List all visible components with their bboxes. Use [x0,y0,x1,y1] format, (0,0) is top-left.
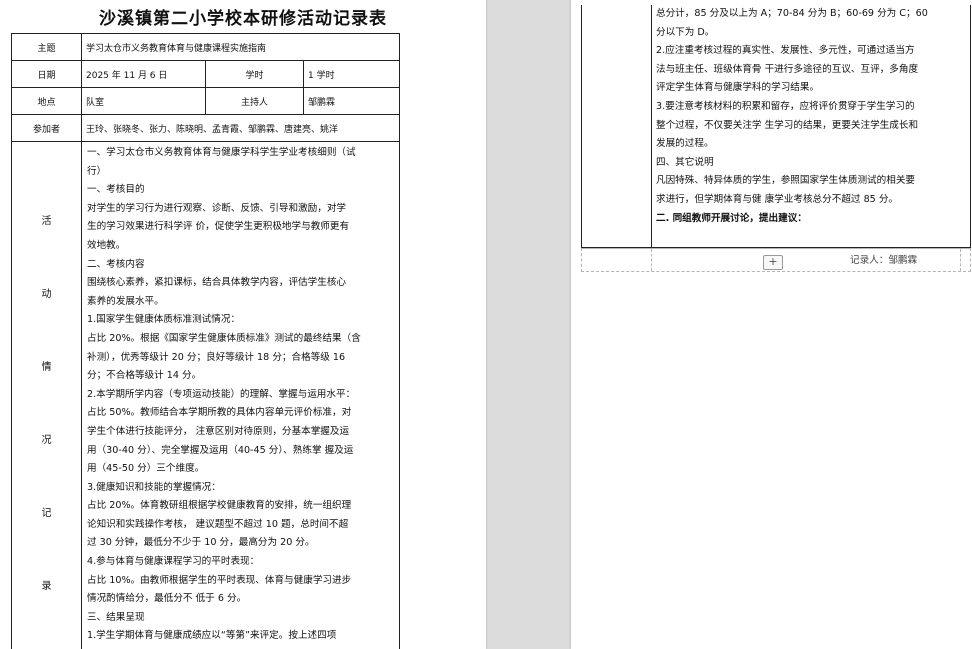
content-line: 3.要注意考核材料的积累和留存，应将评价贯穿于学生学习的 [656,100,915,112]
content-line: 1.学生学期体育与健康成绩应以“等第”来评定。按上述四项 [87,630,337,642]
row-date: 日期 2025 年 11 月 6 日 学时 1 学时 [11,60,401,88]
place-label: 地点 [11,87,82,115]
add-row-button[interactable]: + [763,255,783,270]
content-line: 分；不合格等级计 14 分。 [87,370,202,382]
column-divider [651,249,652,271]
content-line: 二、考核内容 [87,258,145,270]
content-line: 2.应注重考核过程的真实性、发展性、多元性，可通过适当方 [656,45,915,57]
topic-value[interactable]: 学习太仓市义务教育体育与健康课程实施指南 [80,33,401,61]
date-label: 日期 [11,60,82,88]
row-participants: 参加者 王玲、张晓冬、张力、陈晓明、孟青霞、邹鹏霖、唐建亮、姚洋 [11,114,401,142]
content-line: 四、其它说明 [656,156,714,168]
participants-value[interactable]: 王玲、张晓冬、张力、陈晓明、孟青霞、邹鹏霖、唐建亮、姚洋 [80,114,401,142]
record-table-continued: 总分计，85 分及以上为 A；70-84 分为 B；60-69 分为 C；60 … [581,5,971,248]
hours-label: 学时 [205,60,304,88]
row-place: 地点 队室 主持人 邹鹏霖 [11,87,401,115]
content-line: 凡因特殊、特异体质的学生，参照国家学生体质测试的相关要 [656,175,916,187]
content-line: 占比 20%。根据《国家学生健康体质标准》测试的最终结果（含 [87,332,361,344]
discussion-heading: 二. 同组教师开展讨论，提出建议： [656,212,807,224]
place-value[interactable]: 队室 [81,87,206,115]
activity-label-char: 录 [41,581,52,592]
content-line: 素养的发展水平。 [87,295,164,307]
content-line: 占比 10%。由教师根据学生的平时表现、体育与健康学习进步 [87,574,352,586]
content-line: 占比 50%。教师结合本学期所教的具体内容单元评价标准，对 [87,407,352,419]
content-line: 发展的过程。 [656,138,714,150]
content-line: 对学生的学习行为进行观察、诊断、反馈、引导和激励，对学 [87,202,347,214]
activity-content[interactable]: 一、学习太仓市义务教育体育与健康学科学生学业考核细则（试 行） 一、考核目的 对… [80,141,401,649]
activity-label-char: 记 [41,508,52,519]
record-table: 主题 学习太仓市义务教育体育与健康课程实施指南 日期 2025 年 11 月 6… [11,33,401,649]
document-page-2: 总分计，85 分及以上为 A；70-84 分为 B；60-69 分为 C；60 … [571,0,972,649]
host-value[interactable]: 邹鹏霖 [302,87,401,115]
content-line: 3.健康知识和技能的掌握情况： [87,481,221,493]
content-line: 总分计，85 分及以上为 A；70-84 分为 B；60-69 分为 C；60 [656,8,928,19]
content-line: 一、考核目的 [87,184,145,196]
hours-value[interactable]: 1 学时 [302,60,401,88]
content-line: 1.国家学生健康体质标准测试情况： [87,314,241,326]
content-line: 占比 20%。体育教研组根据学校健康教育的安排，统一组织理 [87,500,352,512]
content-line: 用（30-40 分）、完全掌握及运用（40-45 分）、熟练掌 握及运 [87,444,354,456]
content-line: 2.本学期所学内容（专项运动技能）的理解、掌握与运用水平： [87,388,356,400]
date-value[interactable]: 2025 年 11 月 6 日 [81,60,206,88]
content-line: 过 30 分钟，最低分不少于 10 分，最高分为 20 分。 [87,537,315,549]
content-line: 学生个体进行技能评分， 注意区别对待原则，分基本掌握及运 [87,425,350,437]
content-line: 情况酌情给分，最低分不 低于 6 分。 [87,593,247,605]
host-label: 主持人 [205,87,304,115]
row-activity: 活 动 情 况 记 录 一、学习太仓市义务教育体育与健康学科学生学业考核细则（试… [11,141,401,649]
content-line: 论知识和实践操作考核， 建议题型不超过 10 题，总时间不超 [87,518,349,530]
activity-label: 活 动 情 况 记 录 [11,141,82,649]
content-line: 4.参与体育与健康课程学习的平时表现： [87,556,260,568]
column-divider [960,249,961,271]
content-line: 用（45-50 分）三个维度。 [87,463,205,475]
label-column-continued [582,5,652,247]
recorder-text: 记录人：邹鹏霖 [850,255,918,266]
activity-label-char: 况 [41,435,52,446]
content-line: 整个过程，不仅要关注学 生学习的结果，更要关注学生成长和 [656,119,919,131]
activity-label-char: 活 [41,216,52,227]
activity-content-continued[interactable]: 总分计，85 分及以上为 A；70-84 分为 B；60-69 分为 C；60 … [656,5,966,228]
participants-label: 参加者 [11,114,82,142]
content-line: 一、学习太仓市义务教育体育与健康学科学生学业考核细则（试 [87,147,356,158]
document-title: 沙溪镇第二小学校本研修活动记录表 [99,9,387,29]
content-line: 行） [87,165,107,177]
page-gutter [486,0,571,649]
content-line: 效地教。 [87,239,126,251]
content-line: 分以下为 D。 [656,26,715,38]
content-line: 围绕核心素养，紧扣课标，结合具体教学内容，评估学生核心 [87,277,347,289]
content-line: 评定学生体育与健康学科的学习结果。 [656,82,820,94]
content-line: 生的学习效果进行科学评 价，促使学生更积极地学与教师更有 [87,221,350,233]
content-line: 三、结果呈现 [87,611,145,623]
topic-label: 主题 [11,33,82,61]
content-line: 求进行，但学期体育与健 康学业考核总分不超过 85 分。 [656,193,899,205]
activity-label-char: 情 [41,362,52,373]
document-page-1: 沙溪镇第二小学校本研修活动记录表 主题 学习太仓市义务教育体育与健康课程实施指南… [0,0,486,649]
content-line: 法与班主任、班级体育骨 干进行多途径的互议、互评，多角度 [656,63,919,75]
activity-label-char: 动 [41,289,52,300]
row-topic: 主题 学习太仓市义务教育体育与健康课程实施指南 [11,33,401,61]
table-footer-row: + 记录人：邹鹏霖 [581,248,971,272]
content-line: 补测），优秀等级计 20 分；良好等级计 18 分；合格等级 16 [87,351,346,363]
